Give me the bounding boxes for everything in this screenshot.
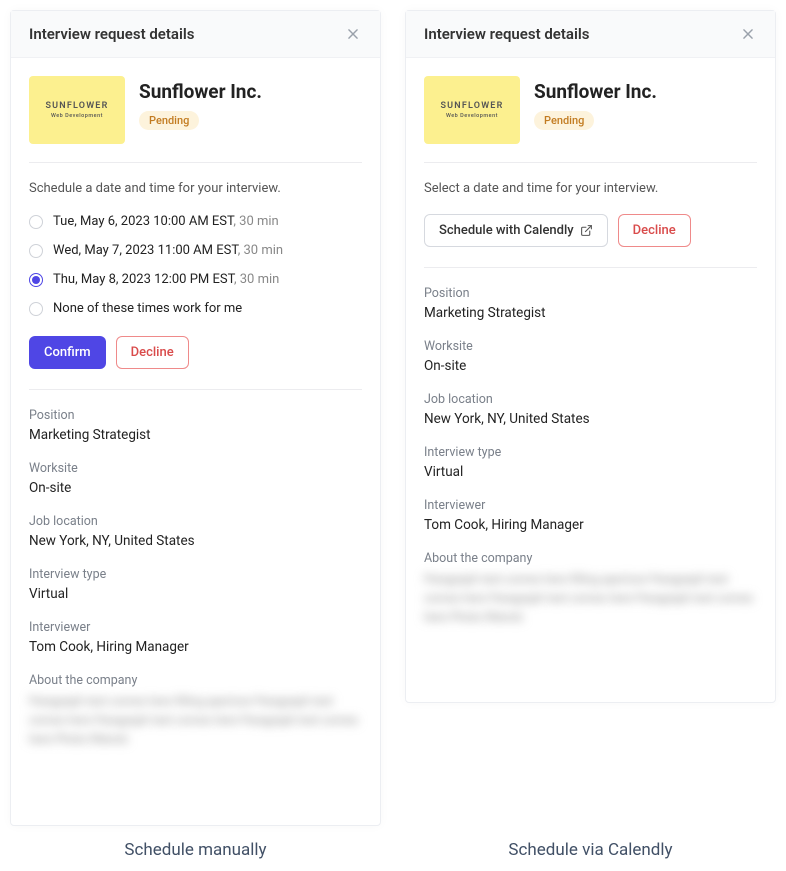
- status-badge: Pending: [534, 111, 594, 130]
- calendly-schedule-card: Interview request details SUNFLOWER Web …: [405, 10, 776, 703]
- instruction-text: Select a date and time for your intervie…: [424, 181, 757, 196]
- logo-sub-text: Web Development: [446, 113, 498, 119]
- close-icon: [741, 27, 755, 41]
- detail-label: Job location: [29, 514, 362, 529]
- divider: [29, 162, 362, 163]
- detail-value: On-site: [29, 480, 362, 496]
- left-caption: Schedule manually: [10, 840, 381, 860]
- card-header: Interview request details: [406, 11, 775, 58]
- detail-label: Worksite: [29, 461, 362, 476]
- logo-main-text: SUNFLOWER: [440, 101, 503, 111]
- slot-label: Thu, May 8, 2023 12:00 PM EST: [53, 272, 234, 287]
- divider: [424, 162, 757, 163]
- detail-position: Position Marketing Strategist: [424, 286, 757, 321]
- detail-label: Interviewer: [424, 498, 757, 513]
- divider: [29, 389, 362, 390]
- detail-worksite: Worksite On-site: [29, 461, 362, 496]
- divider: [424, 267, 757, 268]
- about-company-text: Paragraph text comes here filling apertu…: [29, 692, 362, 750]
- logo-main-text: SUNFLOWER: [45, 101, 108, 111]
- detail-value: On-site: [424, 358, 757, 374]
- time-slot-option[interactable]: Tue, May 6, 2023 10:00 AM EST, 30 min: [29, 214, 362, 229]
- detail-label: Interview type: [29, 567, 362, 582]
- confirm-button[interactable]: Confirm: [29, 336, 106, 369]
- detail-about: About the company Paragraph text comes h…: [424, 551, 757, 628]
- slot-duration: , 30 min: [233, 214, 278, 229]
- detail-location: Job location New York, NY, United States: [424, 392, 757, 427]
- detail-label: Worksite: [424, 339, 757, 354]
- detail-label: Interview type: [424, 445, 757, 460]
- detail-interviewer: Interviewer Tom Cook, Hiring Manager: [29, 620, 362, 655]
- radio-icon: [29, 302, 43, 316]
- calendly-button-label: Schedule with Calendly: [439, 223, 574, 238]
- time-slot-option[interactable]: Thu, May 8, 2023 12:00 PM EST, 30 min: [29, 272, 362, 287]
- card-header: Interview request details: [11, 11, 380, 58]
- external-link-icon: [580, 224, 593, 237]
- detail-value: Tom Cook, Hiring Manager: [424, 517, 757, 533]
- radio-icon: [29, 215, 43, 229]
- header-title: Interview request details: [424, 25, 589, 43]
- slot-duration: , 30 min: [234, 272, 279, 287]
- radio-icon: [29, 273, 43, 287]
- detail-location: Job location New York, NY, United States: [29, 514, 362, 549]
- detail-label: Job location: [424, 392, 757, 407]
- close-button[interactable]: [344, 25, 362, 43]
- detail-value: Tom Cook, Hiring Manager: [29, 639, 362, 655]
- instruction-text: Schedule a date and time for your interv…: [29, 181, 362, 196]
- time-slot-option[interactable]: None of these times work for me: [29, 301, 362, 316]
- about-company-text: Paragraph text comes here filling apertu…: [424, 570, 757, 628]
- company-name: Sunflower Inc.: [534, 80, 657, 103]
- detail-value: New York, NY, United States: [29, 533, 362, 549]
- close-button[interactable]: [739, 25, 757, 43]
- detail-position: Position Marketing Strategist: [29, 408, 362, 443]
- detail-value: Virtual: [29, 586, 362, 602]
- time-slot-option[interactable]: Wed, May 7, 2023 11:00 AM EST, 30 min: [29, 243, 362, 258]
- detail-value: Marketing Strategist: [29, 427, 362, 443]
- close-icon: [346, 27, 360, 41]
- detail-value: New York, NY, United States: [424, 411, 757, 427]
- radio-icon: [29, 244, 43, 258]
- slot-label: Wed, May 7, 2023 11:00 AM EST: [53, 243, 238, 258]
- decline-button[interactable]: Decline: [116, 336, 189, 369]
- detail-value: Virtual: [424, 464, 757, 480]
- slot-label: Tue, May 6, 2023 10:00 AM EST: [53, 214, 233, 229]
- manual-schedule-card: Interview request details SUNFLOWER Web …: [10, 10, 381, 826]
- slot-label: None of these times work for me: [53, 301, 242, 316]
- detail-label: About the company: [29, 673, 362, 688]
- header-title: Interview request details: [29, 25, 194, 43]
- company-logo: SUNFLOWER Web Development: [424, 76, 520, 144]
- detail-label: Interviewer: [29, 620, 362, 635]
- company-logo: SUNFLOWER Web Development: [29, 76, 125, 144]
- detail-interviewer: Interviewer Tom Cook, Hiring Manager: [424, 498, 757, 533]
- detail-label: Position: [424, 286, 757, 301]
- detail-type: Interview type Virtual: [424, 445, 757, 480]
- detail-value: Marketing Strategist: [424, 305, 757, 321]
- detail-type: Interview type Virtual: [29, 567, 362, 602]
- schedule-calendly-button[interactable]: Schedule with Calendly: [424, 214, 608, 247]
- time-slot-list: Tue, May 6, 2023 10:00 AM EST, 30 min We…: [29, 214, 362, 316]
- detail-about: About the company Paragraph text comes h…: [29, 673, 362, 750]
- detail-label: Position: [29, 408, 362, 423]
- right-caption: Schedule via Calendly: [405, 840, 776, 860]
- detail-label: About the company: [424, 551, 757, 566]
- status-badge: Pending: [139, 111, 199, 130]
- slot-duration: , 30 min: [238, 243, 283, 258]
- logo-sub-text: Web Development: [51, 113, 103, 119]
- decline-button[interactable]: Decline: [618, 214, 691, 247]
- detail-worksite: Worksite On-site: [424, 339, 757, 374]
- company-name: Sunflower Inc.: [139, 80, 262, 103]
